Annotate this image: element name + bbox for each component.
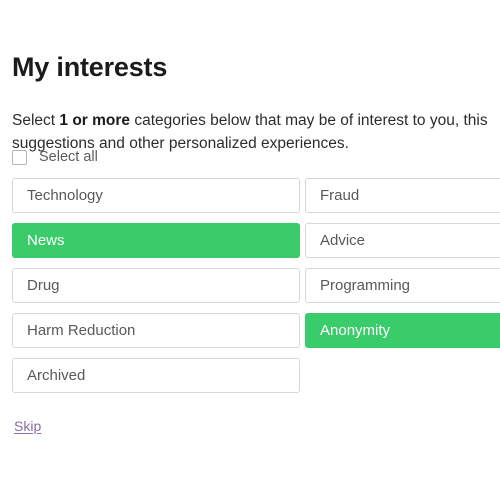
category-chip[interactable]: Drug <box>12 268 300 303</box>
category-chip[interactable]: Advice <box>305 223 500 258</box>
page-title: My interests <box>12 52 168 82</box>
category-chip[interactable]: Archived <box>12 358 300 393</box>
category-chip[interactable]: News <box>12 223 300 258</box>
category-chip[interactable]: Harm Reduction <box>12 313 300 348</box>
intro-prefix: Select <box>12 111 60 129</box>
skip-link[interactable]: Skip <box>14 417 41 435</box>
intro-emphasis: 1 or more <box>59 111 131 129</box>
category-column-right: Fraud Advice Programming Anonymity <box>305 178 500 358</box>
category-chip[interactable]: Technology <box>12 178 300 213</box>
select-all-label: Select all <box>39 149 98 165</box>
select-all-checkbox[interactable] <box>12 149 27 165</box>
category-chip[interactable]: Anonymity <box>305 313 500 348</box>
select-all-row[interactable]: Select all <box>12 146 98 168</box>
interests-page: My interests Select 1 or more categories… <box>0 0 500 500</box>
category-chip[interactable]: Programming <box>305 268 500 303</box>
category-column-left: Technology News Drug Harm Reduction Archived <box>12 178 300 403</box>
category-chip[interactable]: Fraud <box>305 178 500 213</box>
